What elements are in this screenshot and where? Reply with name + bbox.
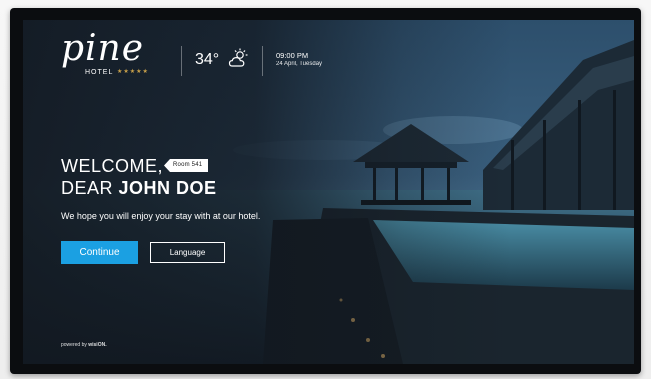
room-number-tag: Room 541: [164, 159, 209, 172]
greeting-prefix: DEAR: [61, 178, 119, 198]
partly-cloudy-icon: [228, 48, 248, 67]
powered-by-footer: powered by wisiON.: [61, 342, 107, 348]
logo-stars: ★★★★★: [117, 69, 149, 75]
logo-wordmark: pine: [61, 28, 145, 69]
hotel-welcome-screen: pine HOTEL ★★★★★ 34° 09:00 PM 24 April, …: [23, 20, 634, 364]
logo-subtitle: HOTEL: [85, 69, 114, 76]
hotel-logo: pine HOTEL ★★★★★: [61, 28, 161, 82]
welcome-text: WELCOME,: [61, 156, 164, 176]
current-date: 24 April, Tuesday: [276, 61, 323, 67]
vendor-brand: wisiON.: [88, 342, 107, 348]
current-time: 09:00 PM: [276, 51, 309, 60]
guest-greeting: DEAR JOHN DOE: [61, 177, 217, 199]
welcome-line: WELCOME, Room 541: [61, 155, 217, 177]
header-bar: pine HOTEL ★★★★★ 34° 09:00 PM 24 April, …: [23, 20, 634, 90]
continue-button[interactable]: Continue: [61, 241, 138, 264]
header-divider: [262, 46, 263, 76]
guest-name: JOHN DOE: [118, 178, 217, 198]
powered-by-text: powered by: [61, 342, 89, 348]
tv-stage: pine HOTEL ★★★★★ 34° 09:00 PM 24 April, …: [0, 0, 651, 379]
welcome-message: We hope you will enjoy your stay with at…: [61, 211, 261, 221]
welcome-heading: WELCOME, Room 541 DEAR JOHN DOE: [61, 155, 217, 199]
datetime-display: 09:00 PM 24 April, Tuesday: [276, 51, 322, 68]
header-divider: [181, 46, 182, 76]
language-button[interactable]: Language: [150, 242, 225, 263]
temperature-readout: 34°: [195, 51, 220, 68]
